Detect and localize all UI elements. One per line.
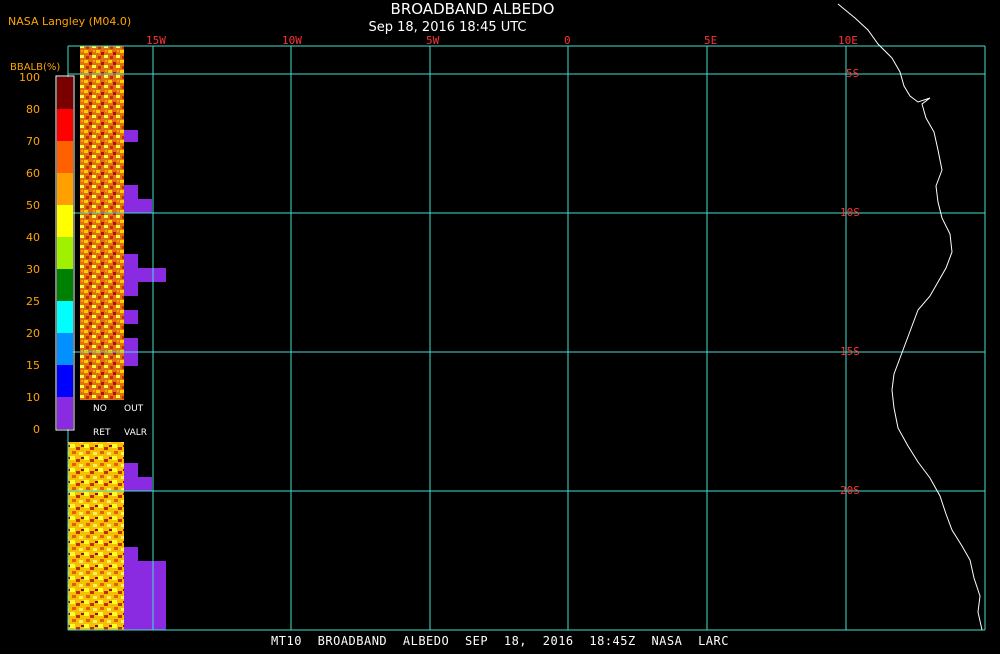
legend-swatch: [57, 397, 73, 429]
legend-tick-label: 10: [26, 391, 40, 404]
lon-label-5e: 5E: [704, 34, 717, 47]
legend-swatch: [57, 365, 73, 397]
no-retrieval-blocks: [124, 130, 166, 630]
lat-label-5s: 5S: [846, 67, 859, 80]
latitude-labels: 5S 10S 15S 20S: [840, 67, 860, 497]
legend-ret-label: RET: [93, 428, 111, 438]
lat-lon-grid: [67, 45, 986, 631]
legend-tick-label: 15: [26, 359, 40, 372]
map-subtitle: Sep 18, 2016 18:45 UTC: [368, 20, 527, 35]
legend-swatch: [57, 109, 73, 141]
legend-tick-label: 70: [26, 135, 40, 148]
lon-label-10e: 10E: [838, 34, 858, 47]
longitude-labels: 15W 10W 5W 0 5E 10E: [146, 34, 858, 47]
lat-label-10s: 10S: [840, 206, 860, 219]
lon-label-15w: 15W: [146, 34, 166, 47]
lat-label-15s: 15S: [840, 345, 860, 358]
lon-label-10w: 10W: [282, 34, 302, 47]
legend-swatch: [57, 77, 73, 109]
legend-swatch: [57, 237, 73, 269]
legend-swatch: [57, 301, 73, 333]
lat-label-20s: 20S: [840, 484, 860, 497]
legend-tick-label: 100: [19, 71, 40, 84]
legend-tick-label: 80: [26, 103, 40, 116]
coastline: [837, 3, 983, 631]
legend-tick-label: 0: [33, 423, 40, 436]
legend-swatch: [57, 269, 73, 301]
legend-tick-label: 50: [26, 199, 40, 212]
footer-caption: MT10 BROADBAND ALBEDO SEP 18, 2016 18:45…: [271, 634, 729, 648]
legend-swatch: [57, 333, 73, 365]
legend-swatch: [57, 141, 73, 173]
legend-out-label: OUT: [124, 404, 144, 414]
legend-tick-label: 25: [26, 295, 40, 308]
legend-tick-label: 30: [26, 263, 40, 276]
lon-label-0: 0: [564, 34, 571, 47]
legend-valr-label: VALR: [124, 428, 148, 438]
satellite-swath-upper: [80, 46, 124, 400]
legend-no-label: NO: [93, 404, 107, 414]
lon-label-5w: 5W: [426, 34, 440, 47]
legend-tick-label: 20: [26, 327, 40, 340]
legend-swatch: [57, 173, 73, 205]
legend-swatch: [57, 205, 73, 237]
legend-colorbar: [55, 75, 75, 431]
map-title: BROADBAND ALBEDO: [390, 0, 555, 18]
satellite-swath-lower: [68, 442, 124, 630]
legend-tick-label: 60: [26, 167, 40, 180]
albedo-map: 15W 10W 5W 0 5E 10E 5S 10S 15S 20S: [0, 0, 1000, 650]
legend-tick-label: 40: [26, 231, 40, 244]
